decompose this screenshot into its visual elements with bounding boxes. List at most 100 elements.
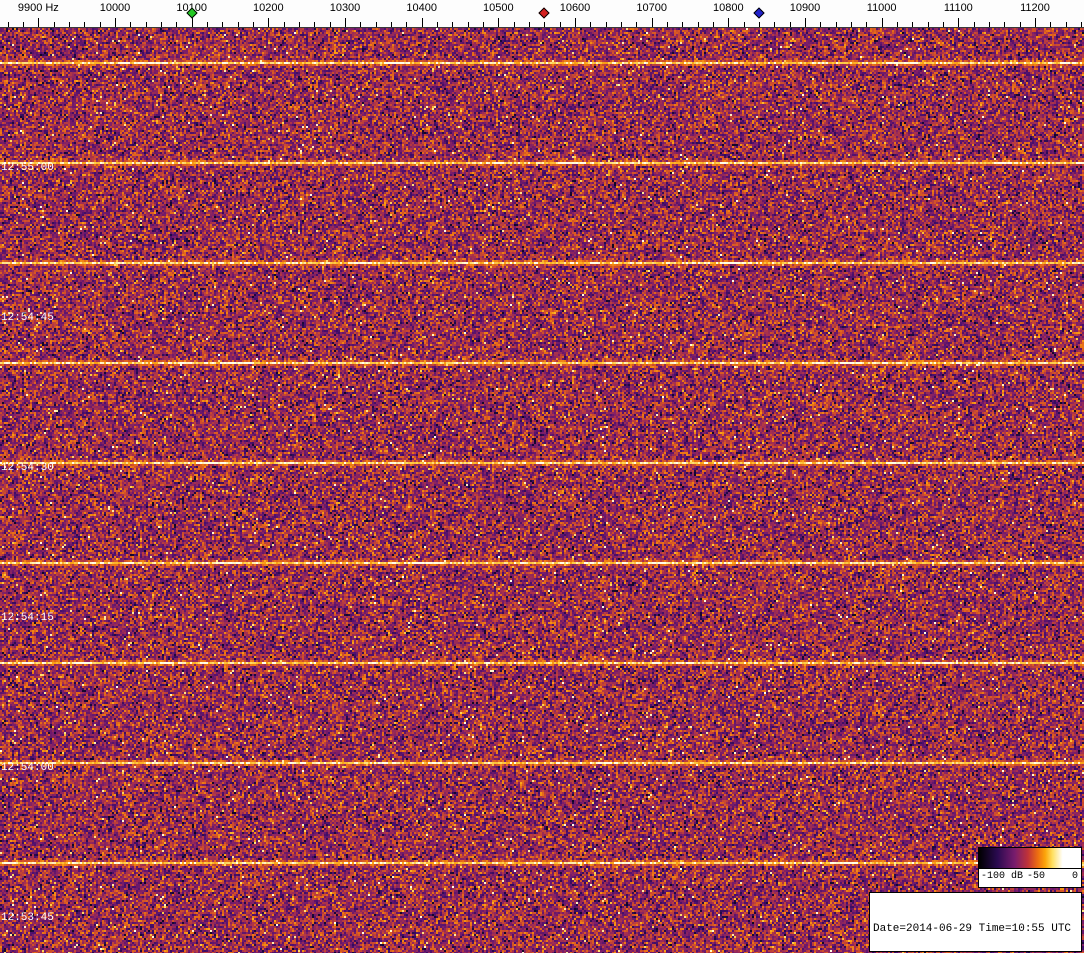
freq-minor-tick (560, 22, 561, 27)
freq-minor-tick (1081, 22, 1082, 27)
freq-major-tick (422, 18, 423, 27)
time-label: 12:54:15 (1, 612, 54, 624)
freq-minor-tick (8, 22, 9, 27)
spectrogram-waterfall-canvas[interactable] (0, 28, 1084, 953)
freq-tick-label: 11100 (944, 2, 973, 14)
freq-minor-tick (207, 22, 208, 27)
freq-major-tick (728, 18, 729, 27)
freq-major-tick (805, 18, 806, 27)
freq-tick-label: 10400 (406, 2, 437, 14)
colorbar-labels: -100 dB -50 0 (979, 869, 1081, 886)
freq-minor-tick (514, 22, 515, 27)
freq-minor-tick (452, 22, 453, 27)
observation-info-box: Date=2014-06-29 Time=10:55 UTC Freq=143 … (869, 892, 1082, 952)
freq-major-tick (652, 18, 653, 27)
freq-tick-label: 10300 (330, 2, 361, 14)
freq-minor-tick (943, 22, 944, 27)
frequency-ruler[interactable]: 9900 Hz100001010010200103001040010500106… (0, 0, 1084, 28)
freq-minor-tick (759, 22, 760, 27)
colorbar-min-label: -100 dB (981, 871, 1023, 882)
freq-minor-tick (406, 22, 407, 27)
freq-minor-tick (284, 22, 285, 27)
freq-minor-tick (636, 22, 637, 27)
time-label: 12:55:00 (1, 162, 54, 174)
freq-minor-tick (1050, 22, 1051, 27)
freq-major-tick (345, 18, 346, 27)
freq-minor-tick (974, 22, 975, 27)
freq-minor-tick (84, 22, 85, 27)
freq-minor-tick (376, 22, 377, 27)
freq-minor-tick (330, 22, 331, 27)
freq-minor-tick (621, 22, 622, 27)
freq-minor-tick (529, 22, 530, 27)
freq-major-tick (1035, 18, 1036, 27)
freq-minor-tick (989, 22, 990, 27)
freq-minor-tick (23, 22, 24, 27)
marker-red-diamond[interactable] (539, 7, 550, 18)
freq-major-tick (268, 18, 269, 27)
freq-tick-label: 11200 (1020, 2, 1050, 14)
freq-minor-tick (836, 22, 837, 27)
freq-minor-tick (590, 22, 591, 27)
freq-minor-tick (820, 22, 821, 27)
freq-major-tick (38, 18, 39, 27)
freq-major-tick (958, 18, 959, 27)
freq-minor-tick (1066, 22, 1067, 27)
freq-minor-tick (851, 22, 852, 27)
time-label: 12:53:45 (1, 912, 54, 924)
freq-minor-tick (866, 22, 867, 27)
freq-minor-tick (698, 22, 699, 27)
freq-minor-tick (774, 22, 775, 27)
freq-minor-tick (299, 22, 300, 27)
colorbar-gradient (979, 848, 1081, 869)
freq-tick-label: 10900 (790, 2, 821, 14)
freq-minor-tick (161, 22, 162, 27)
freq-tick-label: 10600 (560, 2, 591, 14)
freq-tick-label: 11000 (867, 2, 897, 14)
freq-minor-tick (222, 22, 223, 27)
freq-minor-tick (468, 22, 469, 27)
freq-minor-tick (790, 22, 791, 27)
freq-minor-tick (176, 22, 177, 27)
freq-tick-label: 10200 (253, 2, 284, 14)
spectrogram-area: 12:55:00 12:54:45 12:54:30 12:54:15 12:54:00… (0, 28, 1084, 953)
freq-tick-label: 10000 (100, 2, 131, 14)
freq-minor-tick (1020, 22, 1021, 27)
freq-minor-tick (606, 22, 607, 27)
freq-minor-tick (682, 22, 683, 27)
freq-minor-tick (928, 22, 929, 27)
freq-minor-tick (69, 22, 70, 27)
colorbar-mid-label: -50 (1027, 871, 1045, 882)
freq-minor-tick (54, 22, 55, 27)
freq-major-tick (882, 18, 883, 27)
freq-minor-tick (360, 22, 361, 27)
freq-minor-tick (146, 22, 147, 27)
freq-minor-tick (1004, 22, 1005, 27)
freq-tick-label: 9900 Hz (18, 2, 59, 14)
info-date-line: Date=2014-06-29 Time=10:55 UTC (873, 922, 1078, 936)
time-axis: 12:55:00 12:54:45 12:54:30 12:54:15 12:54:00… (0, 28, 100, 953)
freq-minor-tick (437, 22, 438, 27)
freq-minor-tick (667, 22, 668, 27)
freq-minor-tick (130, 22, 131, 27)
freq-minor-tick (713, 22, 714, 27)
freq-tick-label: 10800 (713, 2, 744, 14)
spectrogram-app-window: 9900 Hz100001010010200103001040010500106… (0, 0, 1084, 953)
freq-minor-tick (391, 22, 392, 27)
time-label: 12:54:30 (1, 462, 54, 474)
marker-blue-diamond[interactable] (753, 7, 764, 18)
freq-minor-tick (483, 22, 484, 27)
freq-minor-tick (912, 22, 913, 27)
freq-major-tick (192, 18, 193, 27)
freq-major-tick (575, 18, 576, 27)
time-label: 12:54:45 (1, 312, 54, 324)
freq-major-tick (498, 18, 499, 27)
freq-minor-tick (253, 22, 254, 27)
freq-minor-tick (238, 22, 239, 27)
time-label: 12:54:00 (1, 762, 54, 774)
freq-minor-tick (897, 22, 898, 27)
colorbar-max-label: 0 (1072, 871, 1078, 882)
freq-major-tick (115, 18, 116, 27)
freq-minor-tick (100, 22, 101, 27)
intensity-colorbar-legend: -100 dB -50 0 (978, 847, 1082, 888)
